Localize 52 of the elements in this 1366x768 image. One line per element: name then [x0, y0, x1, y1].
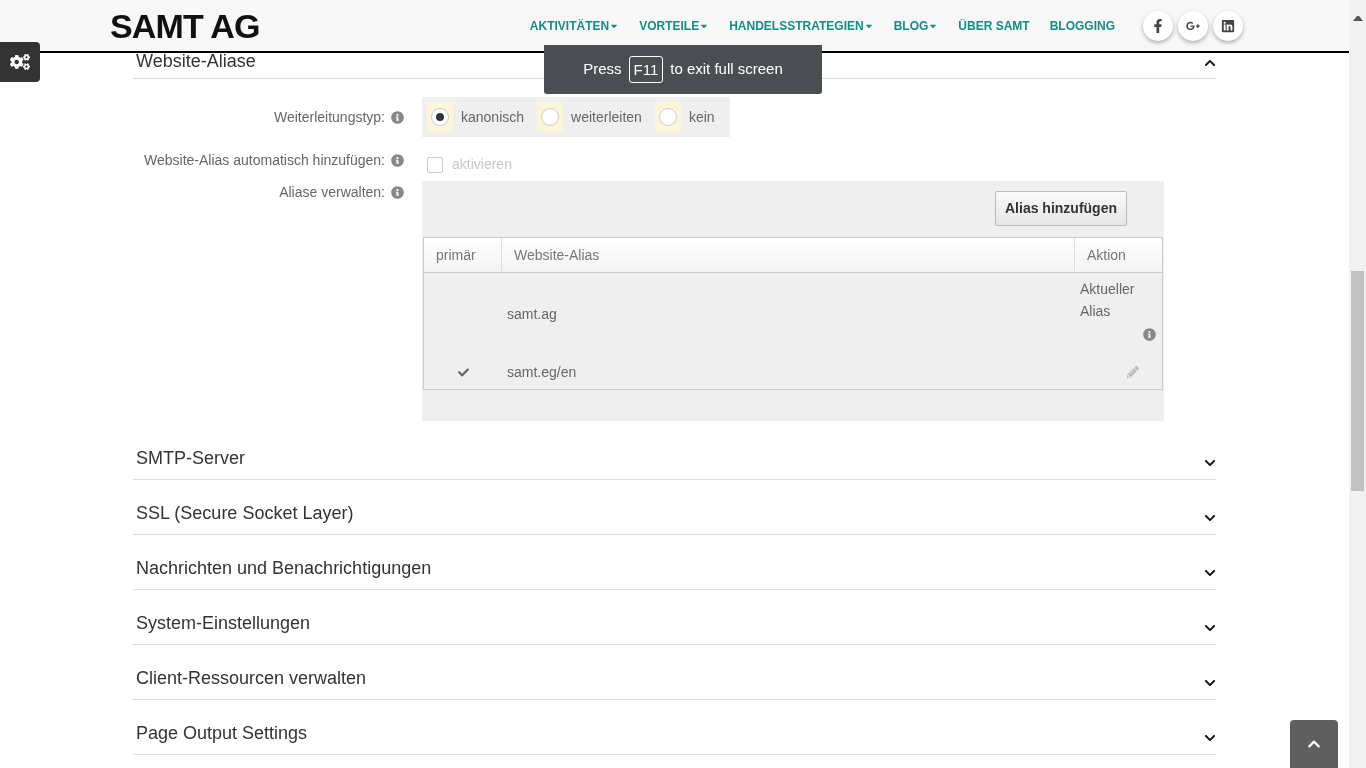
current-alias-label: Aktueller Alias: [1080, 280, 1136, 321]
info-icon[interactable]: [391, 110, 404, 124]
nav-link[interactable]: AKTIVITÄTEN: [529, 16, 620, 35]
field-label: Website-Alias automatisch hinzufügen:: [143, 151, 385, 170]
nav-link[interactable]: ÜBER SAMT: [958, 16, 1030, 35]
section-header[interactable]: SMTP-Server: [133, 421, 1216, 480]
logo[interactable]: SAMT AG: [110, 8, 260, 43]
chevron-down-icon: [1204, 622, 1216, 634]
nav-link[interactable]: HANDELSSTRATEGIEN: [729, 16, 874, 35]
facebook-icon: [1151, 18, 1165, 33]
radio-option[interactable]: kanonisch: [427, 102, 525, 132]
column-header[interactable]: Aktion: [1075, 238, 1162, 272]
social-link[interactable]: [1213, 10, 1243, 41]
alias-cell-text: samt.eg/en: [507, 362, 577, 382]
radio-button[interactable]: [658, 108, 677, 126]
alias-cell-text: samt.ag: [507, 304, 557, 324]
section-header[interactable]: Client-Ressourcen verwalten: [133, 645, 1216, 700]
section-header[interactable]: System-Einstellungen: [133, 590, 1216, 645]
chevron-down-icon: [1204, 457, 1216, 469]
radio-button[interactable]: [431, 108, 449, 126]
nav-link[interactable]: BLOG: [893, 16, 939, 35]
radio-button[interactable]: [541, 108, 560, 126]
info-icon[interactable]: [391, 186, 404, 199]
nav-link[interactable]: BLOGGING: [1049, 16, 1115, 35]
settings-icon: [10, 52, 30, 72]
settings-tab[interactable]: [0, 42, 40, 82]
field-label: Aliase verwalten:: [278, 183, 385, 202]
chevron-down-icon: [1204, 567, 1216, 579]
nav-link[interactable]: VORTEILE: [639, 16, 710, 35]
scrollbar[interactable]: [1349, 0, 1366, 768]
column-header[interactable]: primär: [424, 238, 502, 272]
info-icon[interactable]: [1143, 328, 1156, 341]
toast-text: to exit full screen: [670, 59, 783, 80]
chevron-up-icon: [1204, 57, 1216, 69]
section-header[interactable]: Page Output Settings: [133, 700, 1216, 755]
linkedin-icon: [1221, 18, 1235, 33]
section-header[interactable]: Nachrichten und Benachrichtigungen: [133, 535, 1216, 590]
chevron-down-icon: [1204, 732, 1216, 744]
info-icon[interactable]: [391, 154, 404, 167]
key-cap: F11: [628, 56, 664, 83]
social-link[interactable]: [1178, 10, 1208, 41]
back-to-top-button[interactable]: [1290, 720, 1338, 768]
section-header[interactable]: SSL (Secure Socket Layer): [133, 480, 1216, 535]
chevron-down-icon: [1204, 677, 1216, 689]
add-alias-button[interactable]: Alias hinzufügen: [995, 191, 1127, 226]
column-header[interactable]: Website-Alias: [502, 238, 1075, 272]
chevron-down-icon: [1204, 512, 1216, 524]
radio-option[interactable]: kein: [654, 102, 715, 132]
toast-text: Press: [583, 59, 622, 80]
field-label: Weiterleitungstyp:: [273, 107, 385, 127]
social-link[interactable]: [1143, 10, 1173, 41]
radio-option[interactable]: weiterleiten: [537, 102, 642, 132]
